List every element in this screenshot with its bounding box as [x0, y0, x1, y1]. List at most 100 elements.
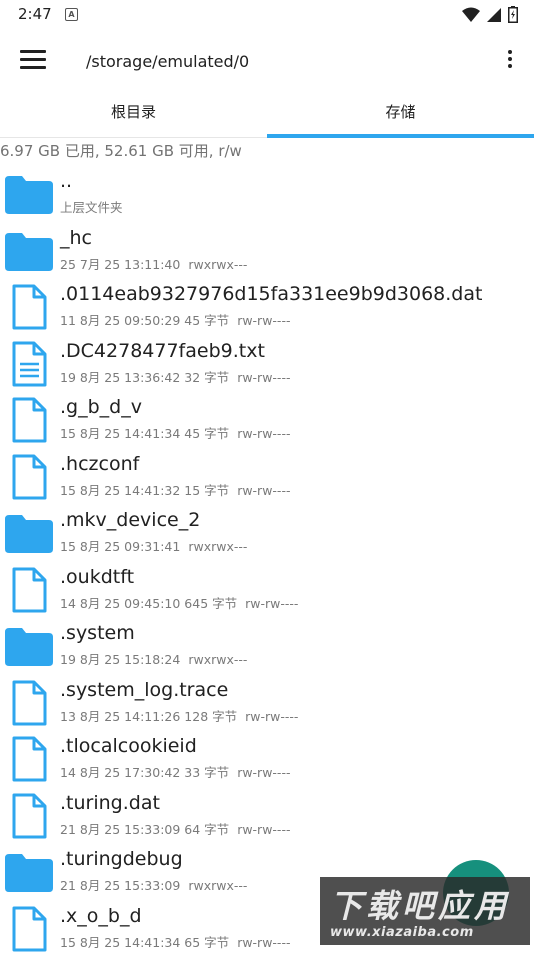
list-item[interactable]: .mkv_device_2 15 8月 25 09:31:41 rwxrwx--- — [0, 505, 534, 562]
file-details: 15 8月 25 14:41:32 15 字节 — [60, 483, 229, 498]
file-name: .DC4278477faeb9.txt — [60, 340, 265, 362]
file-permissions: rw-rw---- — [237, 483, 290, 498]
folder-icon — [4, 848, 54, 896]
file-name: _hc — [60, 227, 92, 249]
list-item[interactable]: _hc 25 7月 25 13:11:40 rwxrwx--- — [0, 223, 534, 280]
wifi-icon — [462, 7, 480, 23]
path-title: /storage/emulated/0 — [86, 52, 249, 71]
list-item[interactable]: .tlocalcookieid 14 8月 25 17:30:42 33 字节 rw… — [0, 731, 534, 788]
list-item[interactable]: .oukdtft 14 8月 25 09:45:10 645 字节 rw-rw---… — [0, 562, 534, 619]
file-permissions: rw-rw---- — [237, 765, 290, 780]
file-details: 11 8月 25 09:50:29 45 字节 — [60, 313, 229, 328]
file-meta: 15 8月 25 14:41:32 15 字节 rw-rw---- — [60, 480, 290, 499]
file-meta: 19 8月 25 13:36:42 32 字节 rw-rw---- — [60, 367, 290, 386]
file-permissions: rwxrwx--- — [188, 878, 247, 893]
file-meta: 15 8月 25 14:41:34 65 字节 rw-rw---- — [60, 932, 290, 951]
file-permissions: rw-rw---- — [237, 935, 290, 950]
file-meta: 13 8月 25 14:11:26 128 字节 rw-rw---- — [60, 706, 298, 725]
file-meta: 15 8月 25 14:41:34 45 字节 rw-rw---- — [60, 423, 290, 442]
watermark-url: www.xiazaiba.com — [330, 925, 474, 940]
file-permissions: rw-rw---- — [245, 596, 298, 611]
file-meta: 21 8月 25 15:33:09 rwxrwx--- — [60, 875, 247, 894]
file-details: 25 7月 25 13:11:40 — [60, 257, 180, 272]
list-item[interactable]: .hczconf 15 8月 25 14:41:32 15 字节 rw-rw---- — [0, 449, 534, 506]
file-details: 21 8月 25 15:33:09 64 字节 — [60, 822, 229, 837]
file-permissions: rw-rw---- — [237, 370, 290, 385]
tab-bar: 根目录 存储 — [0, 94, 534, 138]
file-icon — [4, 566, 54, 614]
file-name: .g_b_d_v — [60, 396, 142, 418]
file-meta: 21 8月 25 15:33:09 64 字节 rw-rw---- — [60, 819, 290, 838]
file-icon — [4, 453, 54, 501]
list-item[interactable]: .g_b_d_v 15 8月 25 14:41:34 45 字节 rw-rw---- — [0, 392, 534, 449]
file-permissions: rwxrwx--- — [188, 539, 247, 554]
folder-icon — [4, 509, 54, 557]
file-details: 15 8月 25 14:41:34 45 字节 — [60, 426, 229, 441]
file-name: .system_log.trace — [60, 679, 228, 701]
status-bar: 2:47 A — [0, 0, 534, 30]
tab-indicator — [267, 134, 534, 138]
file-details: 15 8月 25 14:41:34 65 字节 — [60, 935, 229, 950]
file-permissions: rw-rw---- — [237, 822, 290, 837]
file-icon — [4, 283, 54, 331]
file-details: 14 8月 25 17:30:42 33 字节 — [60, 765, 229, 780]
list-item[interactable]: .. 上层文件夹 — [0, 166, 534, 223]
file-meta: 25 7月 25 13:11:40 rwxrwx--- — [60, 254, 247, 273]
file-icon — [4, 905, 54, 953]
signal-icon — [486, 7, 502, 23]
list-item[interactable]: .DC4278477faeb9.txt 19 8月 25 13:36:42 32 … — [0, 336, 534, 393]
status-icons — [462, 6, 518, 23]
file-name: .system — [60, 622, 135, 644]
file-icon — [4, 735, 54, 783]
file-list: .. 上层文件夹 _hc 25 7月 25 13:11:40 rwxrwx--- .011… — [0, 166, 534, 957]
file-name: .0114eab9327976d15fa331ee9b9d3068.dat — [60, 283, 482, 305]
more-options-icon[interactable] — [504, 50, 516, 74]
menu-icon[interactable] — [20, 50, 46, 72]
file-name: .hczconf — [60, 453, 139, 475]
watermark-text: 下载吧应用 — [330, 881, 510, 927]
file-details: 19 8月 25 13:36:42 32 字节 — [60, 370, 229, 385]
file-name: .mkv_device_2 — [60, 509, 200, 531]
file-name: .tlocalcookieid — [60, 735, 197, 757]
file-name: .turingdebug — [60, 848, 183, 870]
list-item[interactable]: .0114eab9327976d15fa331ee9b9d3068.dat 11 … — [0, 279, 534, 336]
list-item[interactable]: .turing.dat 21 8月 25 15:33:09 64 字节 rw-rw-… — [0, 788, 534, 845]
file-details: 14 8月 25 09:45:10 645 字节 — [60, 596, 237, 611]
file-icon — [4, 792, 54, 840]
status-time: 2:47 — [18, 5, 52, 23]
folder-icon — [4, 227, 54, 275]
notification-icon: A — [65, 8, 78, 21]
file-meta: 15 8月 25 09:31:41 rwxrwx--- — [60, 536, 247, 555]
file-permissions: rw-rw---- — [237, 313, 290, 328]
file-meta: 19 8月 25 15:18:24 rwxrwx--- — [60, 649, 247, 668]
file-details: 15 8月 25 09:31:41 — [60, 539, 180, 554]
file-details: 21 8月 25 15:33:09 — [60, 878, 180, 893]
tab-storage[interactable]: 存储 — [267, 94, 534, 138]
file-details: 上层文件夹 — [60, 200, 123, 215]
file-meta: 11 8月 25 09:50:29 45 字节 rw-rw---- — [60, 310, 290, 329]
list-item[interactable]: .system 19 8月 25 15:18:24 rwxrwx--- — [0, 618, 534, 675]
file-name: .turing.dat — [60, 792, 160, 814]
folder-icon — [4, 170, 54, 218]
list-item[interactable]: .system_log.trace 13 8月 25 14:11:26 128 字… — [0, 675, 534, 732]
file-permissions: rwxrwx--- — [188, 257, 247, 272]
file-icon — [4, 679, 54, 727]
file-permissions: rw-rw---- — [245, 709, 298, 724]
file-icon — [4, 396, 54, 444]
file-name: .x_o_b_d — [60, 905, 142, 927]
tab-root[interactable]: 根目录 — [0, 94, 267, 138]
battery-icon — [508, 6, 518, 23]
watermark: 下载吧应用 www.xiazaiba.com — [320, 877, 530, 945]
text-file-icon — [4, 340, 54, 388]
folder-icon — [4, 622, 54, 670]
file-meta: 14 8月 25 17:30:42 33 字节 rw-rw---- — [60, 762, 290, 781]
file-meta: 14 8月 25 09:45:10 645 字节 rw-rw---- — [60, 593, 298, 612]
file-details: 19 8月 25 15:18:24 — [60, 652, 180, 667]
file-permissions: rwxrwx--- — [188, 652, 247, 667]
file-name: .. — [60, 170, 72, 192]
storage-usage: 6.97 GB 已用, 52.61 GB 可用, r/w — [0, 140, 242, 161]
app-toolbar: /storage/emulated/0 — [0, 30, 534, 94]
file-details: 13 8月 25 14:11:26 128 字节 — [60, 709, 237, 724]
file-name: .oukdtft — [60, 566, 134, 588]
file-permissions: rw-rw---- — [237, 426, 290, 441]
